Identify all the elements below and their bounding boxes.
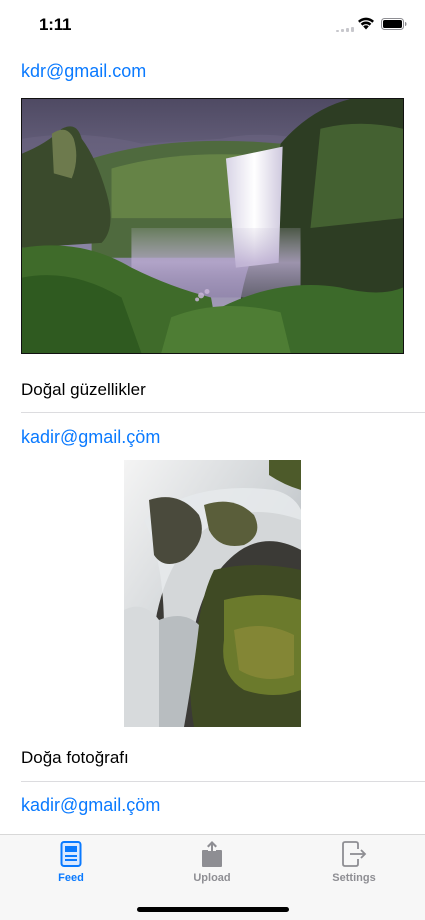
wifi-icon [358,17,374,30]
post-author-email[interactable]: kadir@gmail.çöm [0,782,425,816]
home-indicator[interactable] [137,907,289,912]
tab-label: Settings [332,872,376,884]
feed-list[interactable]: kdr@gmail.com Doğal güzellikler kadir@gm… [0,50,425,834]
tab-label: Feed [58,872,84,884]
tab-feed[interactable]: Feed [0,840,142,890]
exit-icon [342,841,367,867]
feed-post: kadir@gmail.çöm [0,413,425,782]
feed-post: kadir@gmail.çöm [0,782,425,816]
battery-icon [381,18,407,30]
cellular-signal-icon [336,27,355,32]
post-photo-waterfall-landscape[interactable] [21,98,404,354]
post-caption: Doğa fotoğrafı [21,748,129,767]
status-bar: 1:11 [0,0,425,50]
tab-label: Upload [193,872,231,884]
feed-post: kdr@gmail.com Doğal güzellikler [0,50,425,413]
post-photo-waterfall-portrait[interactable] [124,460,301,727]
post-author-email[interactable]: kadir@gmail.çöm [0,413,425,448]
tab-upload[interactable]: Upload [141,840,283,890]
share-upload-icon [202,841,222,867]
document-icon [60,841,82,867]
tab-settings[interactable]: Settings [283,840,425,890]
post-author-email[interactable]: kdr@gmail.com [0,50,425,82]
post-caption: Doğal güzellikler [21,380,146,399]
status-time: 1:11 [39,15,72,34]
